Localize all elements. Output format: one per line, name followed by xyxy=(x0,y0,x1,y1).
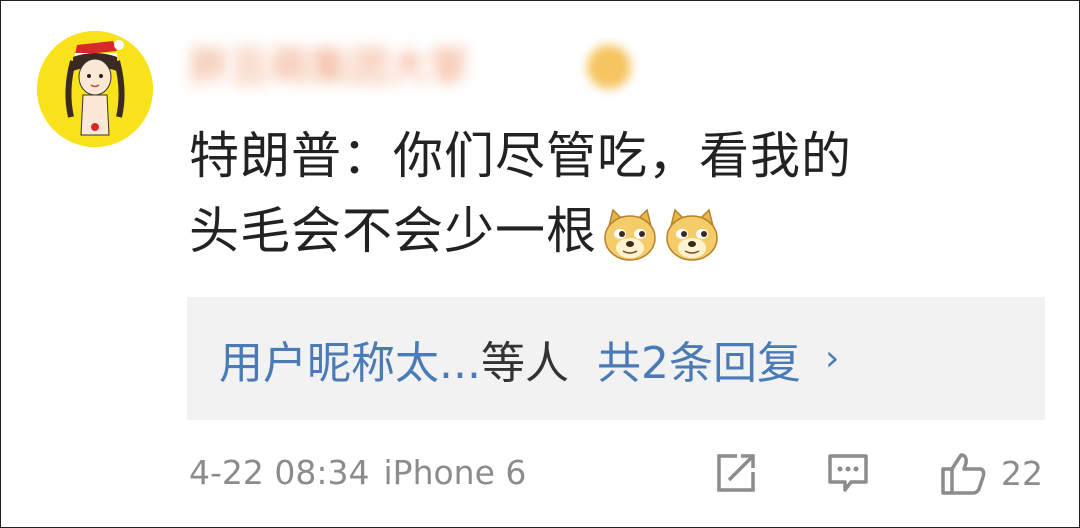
comment-line-1: 特朗普：你们尽管吃，看我的 xyxy=(189,127,852,185)
chevron-right-icon: › xyxy=(824,338,840,379)
doge-emoji-icon xyxy=(601,206,659,264)
comment-card: 胖丑萌集团大掌 特朗普：你们尽管吃，看我的 头毛会不会少一根 用户昵称太... … xyxy=(0,0,1080,528)
comment-meta: 4-22 08:34 iPhone 6 xyxy=(189,449,526,497)
author-name[interactable]: 胖丑萌集团大掌 xyxy=(189,39,469,95)
device-name: iPhone 6 xyxy=(383,453,527,492)
avatar[interactable] xyxy=(37,31,153,147)
like-count: 22 xyxy=(1001,453,1043,493)
doge-emoji-icon xyxy=(663,206,721,264)
reply-user-link[interactable]: 用户昵称太... xyxy=(219,327,481,391)
avatar-illustration xyxy=(37,31,153,147)
share-icon xyxy=(717,454,755,492)
vip-badge-icon xyxy=(587,45,631,89)
like-button[interactable]: 22 xyxy=(939,449,1043,497)
reply-suffix: 等人 xyxy=(480,337,569,389)
replies-preview[interactable]: 用户昵称太... 等人 共2条回复 › xyxy=(187,297,1045,420)
thumbs-up-icon xyxy=(941,453,986,495)
comment-text: 特朗普：你们尽管吃，看我的 头毛会不会少一根 xyxy=(189,119,1029,269)
comment-icon xyxy=(828,454,868,492)
comment-button[interactable] xyxy=(827,449,869,497)
timestamp: 4-22 08:34 xyxy=(189,453,370,492)
reply-count-link[interactable]: 共2条回复 xyxy=(597,327,801,391)
comment-line-2: 头毛会不会少一根 xyxy=(189,202,597,260)
share-button[interactable] xyxy=(715,449,757,497)
